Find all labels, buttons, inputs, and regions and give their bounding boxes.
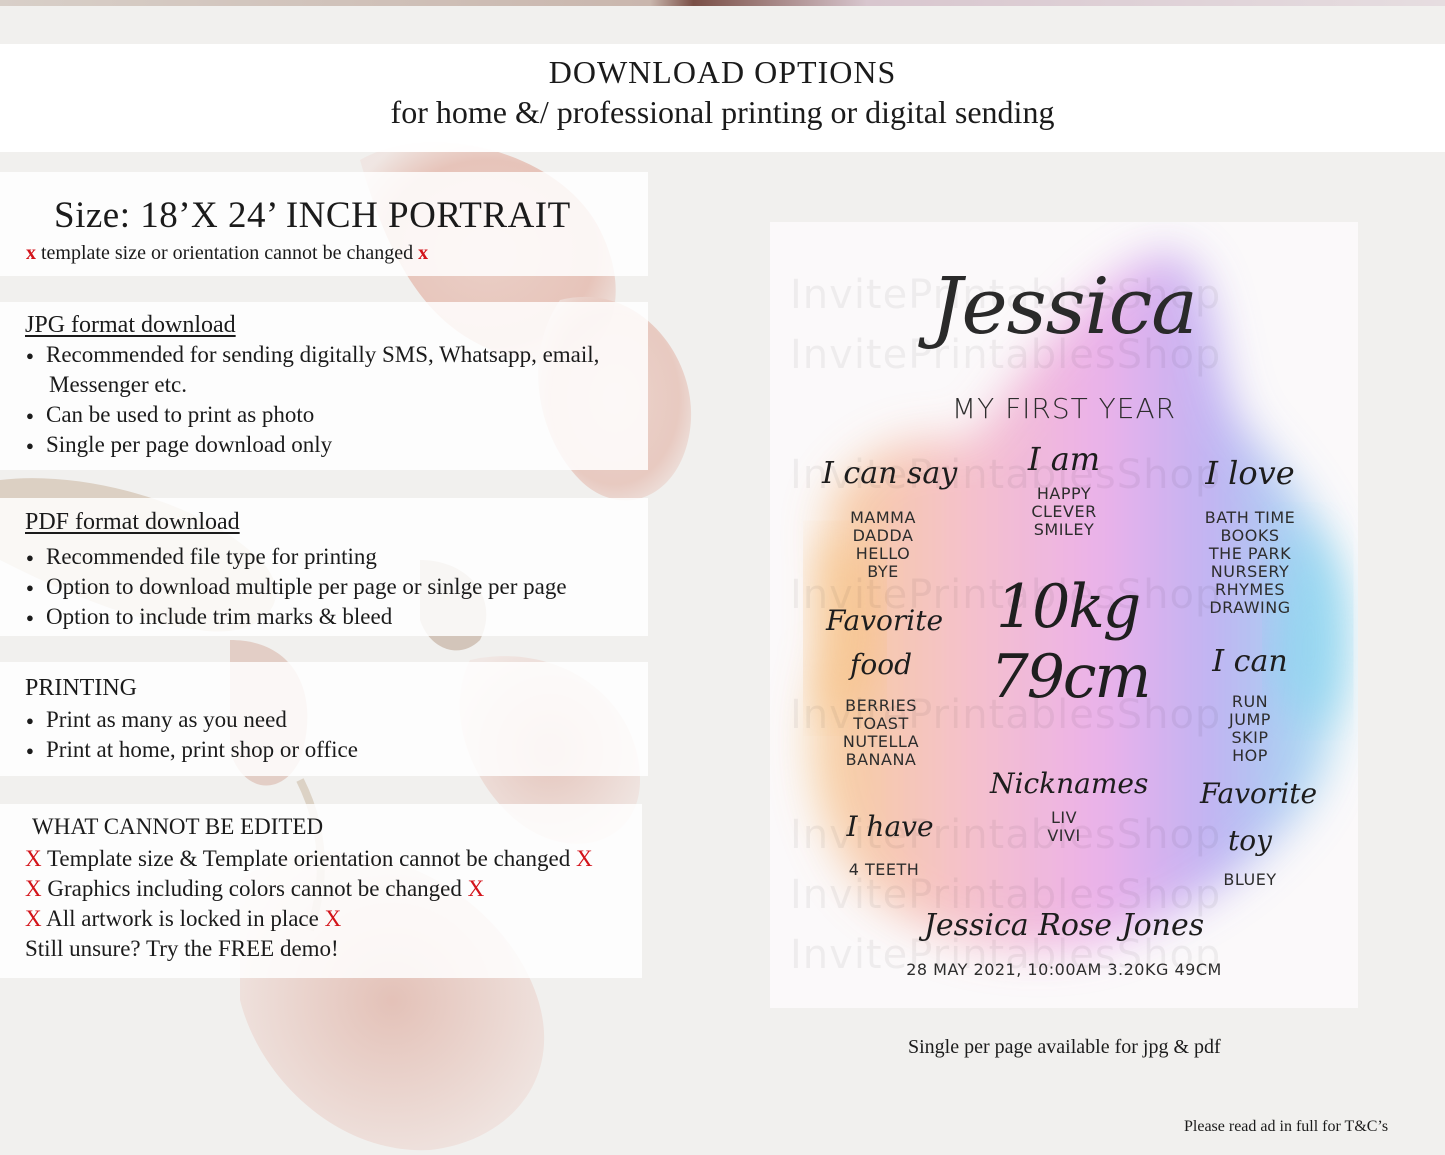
x-mark-icon: X [25,846,42,871]
can-say-list: MAMMA DADDA HELLO BYE [850,508,916,581]
i-am-label: I am [1027,440,1101,478]
list-item: Single per page download only [25,430,599,461]
pdf-heading: PDF format download [25,509,240,535]
jpg-panel: JPG format download Recommended for send… [0,302,648,470]
x-mark-icon: x [26,242,36,264]
cannot-edit-panel: WHAT CANNOT BE EDITED X Template size & … [0,804,642,978]
size-title: Size: 18’X 24’ INCH PORTRAIT [54,195,571,236]
list-item: Option to include trim marks & bleed [25,602,567,633]
poster-subtitle: MY FIRST YEAR [951,392,1177,425]
page-header: DOWNLOAD OPTIONS for home &/ professiona… [0,44,1445,152]
favorite-toy-label: Favorite [1200,777,1318,810]
cannot-edit-list: X Template size & Template orientation c… [25,844,593,964]
cannot-edit-heading: WHAT CANNOT BE EDITED [32,814,324,839]
list-item: X All artwork is locked in place X [25,906,342,931]
list-item: Can be used to print as photo [25,400,599,431]
terms-note: Please read ad in full for T&C’s [1184,1118,1389,1135]
pdf-panel: PDF format download Recommended file typ… [0,498,648,636]
nicknames-list: LIV VIVI [1047,808,1081,845]
x-mark-icon: X [25,876,42,901]
list-item: Print at home, print shop or office [25,735,358,766]
poster-preview: InvitePrintablesShop InvitePrintablesSho… [770,222,1358,1008]
favorite-food-list: BERRIES TOAST NUTELLA BANANA [842,696,920,769]
weight-value: 10kg [996,572,1141,642]
poster-name: Jessica [931,262,1198,352]
jpg-list: Recommended for sending digitally SMS, W… [25,340,599,461]
list-item: X Template size & Template orientation c… [25,846,593,871]
nicknames-label: Nicknames [990,767,1149,800]
list-item: X Graphics including colors cannot be ch… [25,876,485,901]
top-decorative-strip [0,0,1445,6]
size-note-text: template size or orientation cannot be c… [41,242,414,264]
x-mark-icon: X [324,906,342,931]
jpg-heading: JPG format download [25,312,236,338]
i-can-label: I can [1212,644,1288,679]
page-subtitle: for home &/ professional printing or dig… [390,94,1055,130]
demo-note: Still unsure? Try the FREE demo! [25,936,339,961]
size-panel: Size: 18’X 24’ INCH PORTRAIT x template … [0,172,648,276]
i-love-label: I love [1205,454,1295,492]
list-item: Recommended for sending digitally SMS, W… [25,340,599,371]
x-mark-icon: X [25,906,42,931]
size-note: x template size or orientation cannot be… [26,242,428,265]
list-item: Messenger etc. [49,372,187,397]
full-name: Jessica Rose Jones [923,908,1205,943]
x-mark-icon: X [575,846,593,871]
favorite-toy-list: BLUEY [1223,870,1277,889]
favorite-toy-label: toy [1228,824,1272,857]
i-have-list: 4 TEETH [848,860,920,879]
favorite-food-label: food [849,648,912,681]
printing-heading: PRINTING [25,675,137,701]
printing-panel: PRINTING Print as many as you need Print… [0,662,648,776]
poster-caption: Single per page available for jpg & pdf [908,1036,1221,1058]
i-love-list: BATH TIME BOOKS THE PARK NURSERY RHYMES … [1204,508,1296,617]
x-mark-icon: x [418,242,429,264]
pdf-list: Recommended file type for printing Optio… [25,542,567,633]
favorite-food-label: Favorite [826,604,944,637]
birth-details: 28 MAY 2021, 10:00AM 3.20KG 49CM [906,960,1222,979]
printing-list: Print as many as you need Print at home,… [25,705,358,766]
list-item: Print as many as you need [25,705,358,736]
page-title: DOWNLOAD OPTIONS [548,54,897,90]
i-have-label: I have [846,810,934,843]
can-say-label: I can say [822,456,958,491]
i-can-list: RUN JUMP SKIP HOP [1229,692,1271,765]
i-am-list: HAPPY CLEVER SMILEY [1031,484,1097,539]
height-value: 79cm [990,642,1152,712]
list-item: Recommended file type for printing [25,542,567,573]
x-mark-icon: X [467,876,485,901]
list-item: Option to download multiple per page or … [25,572,567,603]
